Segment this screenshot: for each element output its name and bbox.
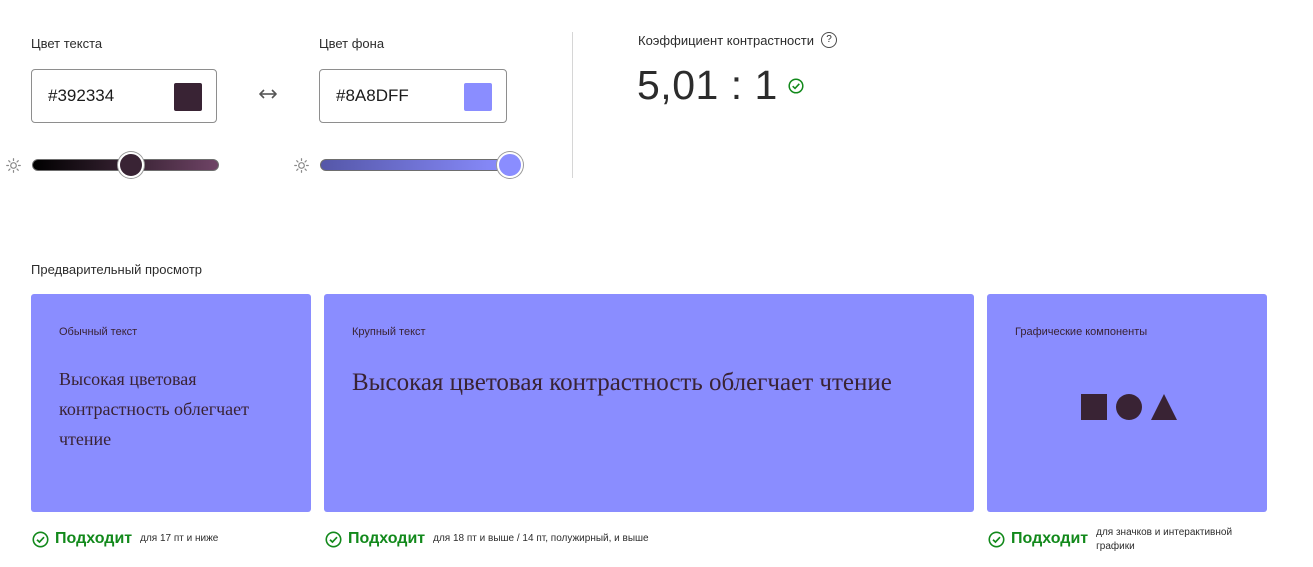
bg-color-label: Цвет фона: [319, 36, 385, 51]
text-color-field[interactable]: [31, 69, 217, 123]
preview-card-graphics: Графические компоненты: [987, 294, 1267, 512]
section-divider: [572, 32, 573, 178]
card-title: Графические компоненты: [1015, 326, 1148, 338]
bg-brightness-thumb[interactable]: [497, 152, 523, 178]
text-color-label: Цвет текста: [31, 36, 103, 51]
square-shape: [1081, 394, 1107, 420]
contrast-ratio-value: 5,01 : 1: [637, 62, 778, 108]
result-graphics: Подходит для значков и интерактивной гра…: [988, 527, 1256, 554]
help-icon[interactable]: ?: [821, 32, 838, 48]
preview-heading: Предварительный просмотр: [31, 262, 203, 277]
preview-card-large: Крупный текст Высокая цветовая контрастн…: [324, 294, 974, 512]
bg-color-field[interactable]: [319, 69, 507, 123]
contrast-ratio-label: Коэффициент контрастности: [638, 32, 815, 48]
result-normal: Подходит для 17 пт и ниже: [32, 530, 218, 548]
pass-status: Подходит: [55, 530, 133, 547]
triangle-shape: [1151, 394, 1177, 420]
card-title: Крупный текст: [352, 326, 426, 338]
card-title: Обычный текст: [59, 326, 138, 338]
bg-brightness-slider[interactable]: [320, 159, 510, 171]
pass-note: для значков и интерактивной графики: [1096, 527, 1233, 552]
check-circle-icon: [988, 531, 1005, 548]
pass-note: для 17 пт и ниже: [140, 533, 219, 544]
brightness-icon: [6, 158, 21, 173]
text-color-input[interactable]: [48, 86, 168, 106]
circle-shape: [1116, 394, 1142, 420]
check-circle-icon: [325, 530, 342, 548]
normal-text-sample: Высокая цветовая контрастность облегчает…: [59, 369, 250, 449]
check-circle-icon: [788, 77, 804, 94]
text-brightness-thumb[interactable]: [118, 152, 145, 178]
result-large: Подходит для 18 пт и выше / 14 пт, полуж…: [325, 530, 649, 548]
large-text-sample: Высокая цветовая контрастность облегчает…: [352, 369, 892, 396]
text-color-swatch[interactable]: [174, 83, 202, 111]
pass-status: Подходит: [1011, 530, 1089, 547]
pass-status: Подходит: [348, 530, 426, 547]
bg-color-swatch[interactable]: [464, 83, 492, 111]
brightness-icon: [294, 158, 309, 173]
pass-note: для 18 пт и выше / 14 пт, полужирный, и …: [433, 533, 649, 544]
swap-arrows-icon[interactable]: [258, 87, 278, 101]
graphics-shapes: [1081, 394, 1177, 420]
preview-card-normal: Обычный текст Высокая цветовая контрастн…: [31, 294, 311, 512]
check-circle-icon: [32, 530, 49, 548]
bg-color-input[interactable]: [336, 86, 456, 106]
